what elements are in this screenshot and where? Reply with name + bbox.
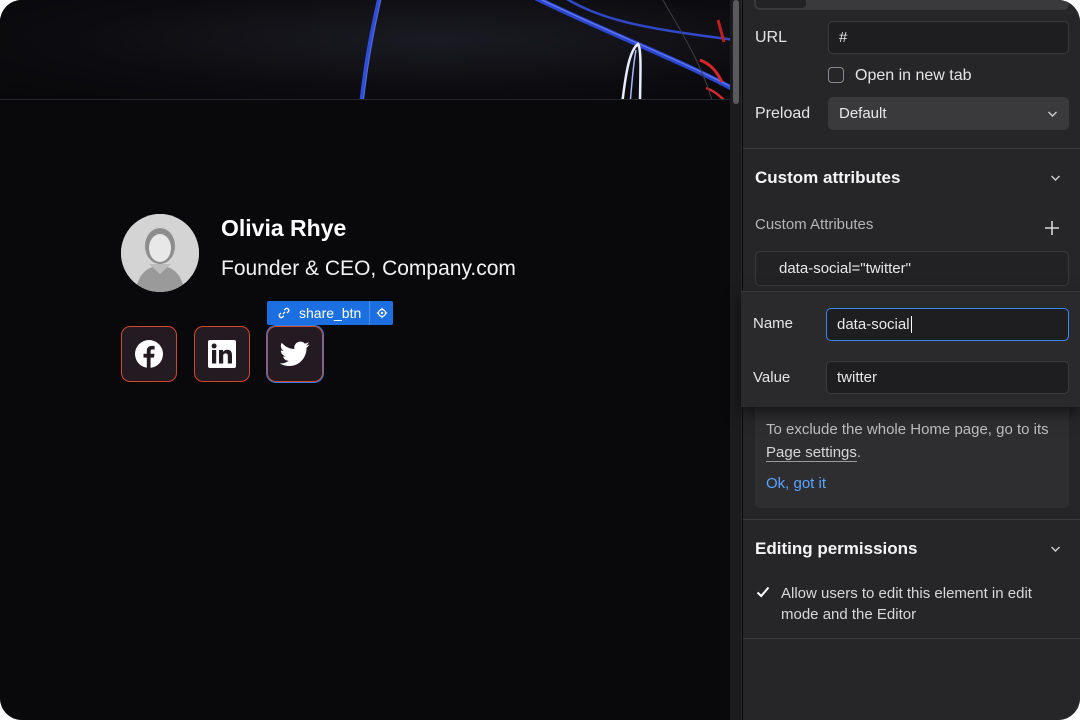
link-type-tabs[interactable] (754, 0, 1069, 10)
chevron-down-icon[interactable] (1050, 545, 1061, 553)
avatar (121, 214, 199, 292)
chevron-down-icon[interactable] (1050, 174, 1061, 182)
divider (743, 148, 1080, 149)
preload-select[interactable]: Default (828, 97, 1069, 130)
linkedin-button[interactable] (194, 326, 250, 382)
linkedin-icon (208, 340, 236, 368)
facebook-icon (135, 340, 163, 368)
edit-permission-label: Allow users to edit this element in edit… (781, 585, 1032, 623)
selected-element-name: share_btn (299, 305, 362, 321)
custom-attributes-title: Custom attributes (755, 168, 901, 187)
info-text-part: To exclude the whole Home page, go to it… (766, 421, 1049, 438)
open-new-tab-label: Open in new tab (855, 67, 972, 84)
chevron-down-icon (1048, 111, 1057, 117)
facebook-button[interactable] (121, 326, 177, 382)
attribute-name-value: data-social (837, 316, 910, 333)
attribute-edit-popover: Name data-social Value twitter (741, 291, 1080, 407)
link-icon (278, 307, 290, 319)
selected-element-label[interactable]: share_btn (267, 301, 394, 325)
preload-label: Preload (755, 105, 811, 122)
divider (743, 638, 1080, 639)
text-cursor (910, 316, 912, 333)
info-note-text: To exclude the whole Home page, go to it… (766, 418, 1056, 464)
ok-got-it-link[interactable]: Ok, got it (766, 475, 826, 492)
url-input[interactable]: # (828, 21, 1069, 54)
profile-role: Founder & CEO, Company.com (221, 257, 516, 280)
editing-permissions-title: Editing permissions (755, 539, 918, 558)
attribute-value-input[interactable]: twitter (826, 361, 1069, 394)
attribute-list-item[interactable]: data-social="twitter" (755, 251, 1069, 286)
page-settings-link[interactable]: Page settings (766, 444, 857, 462)
twitter-icon (280, 341, 310, 366)
edit-permission-checkbox[interactable] (755, 584, 771, 600)
open-new-tab-checkbox[interactable] (828, 67, 844, 83)
preload-value: Default (839, 105, 887, 122)
tab-active[interactable] (756, 0, 806, 8)
scrollbar-thumb[interactable] (733, 0, 739, 104)
url-label: URL (755, 29, 788, 46)
settings-gear-icon[interactable] (369, 301, 393, 325)
attribute-value-label: Value (753, 369, 791, 386)
design-canvas: Olivia Rhye Founder & CEO, Company.com s… (0, 0, 730, 720)
add-icon[interactable] (1044, 220, 1060, 236)
twitter-button[interactable] (266, 325, 324, 383)
hero-image (0, 0, 730, 100)
attribute-name-input[interactable]: data-social (826, 308, 1069, 341)
profile-name: Olivia Rhye (221, 215, 347, 241)
app-window: Olivia Rhye Founder & CEO, Company.com s… (0, 0, 1080, 720)
divider (743, 519, 1080, 520)
info-text-part: . (856, 444, 862, 461)
attribute-name-label: Name (753, 315, 794, 332)
custom-attributes-label: Custom Attributes (755, 216, 874, 233)
